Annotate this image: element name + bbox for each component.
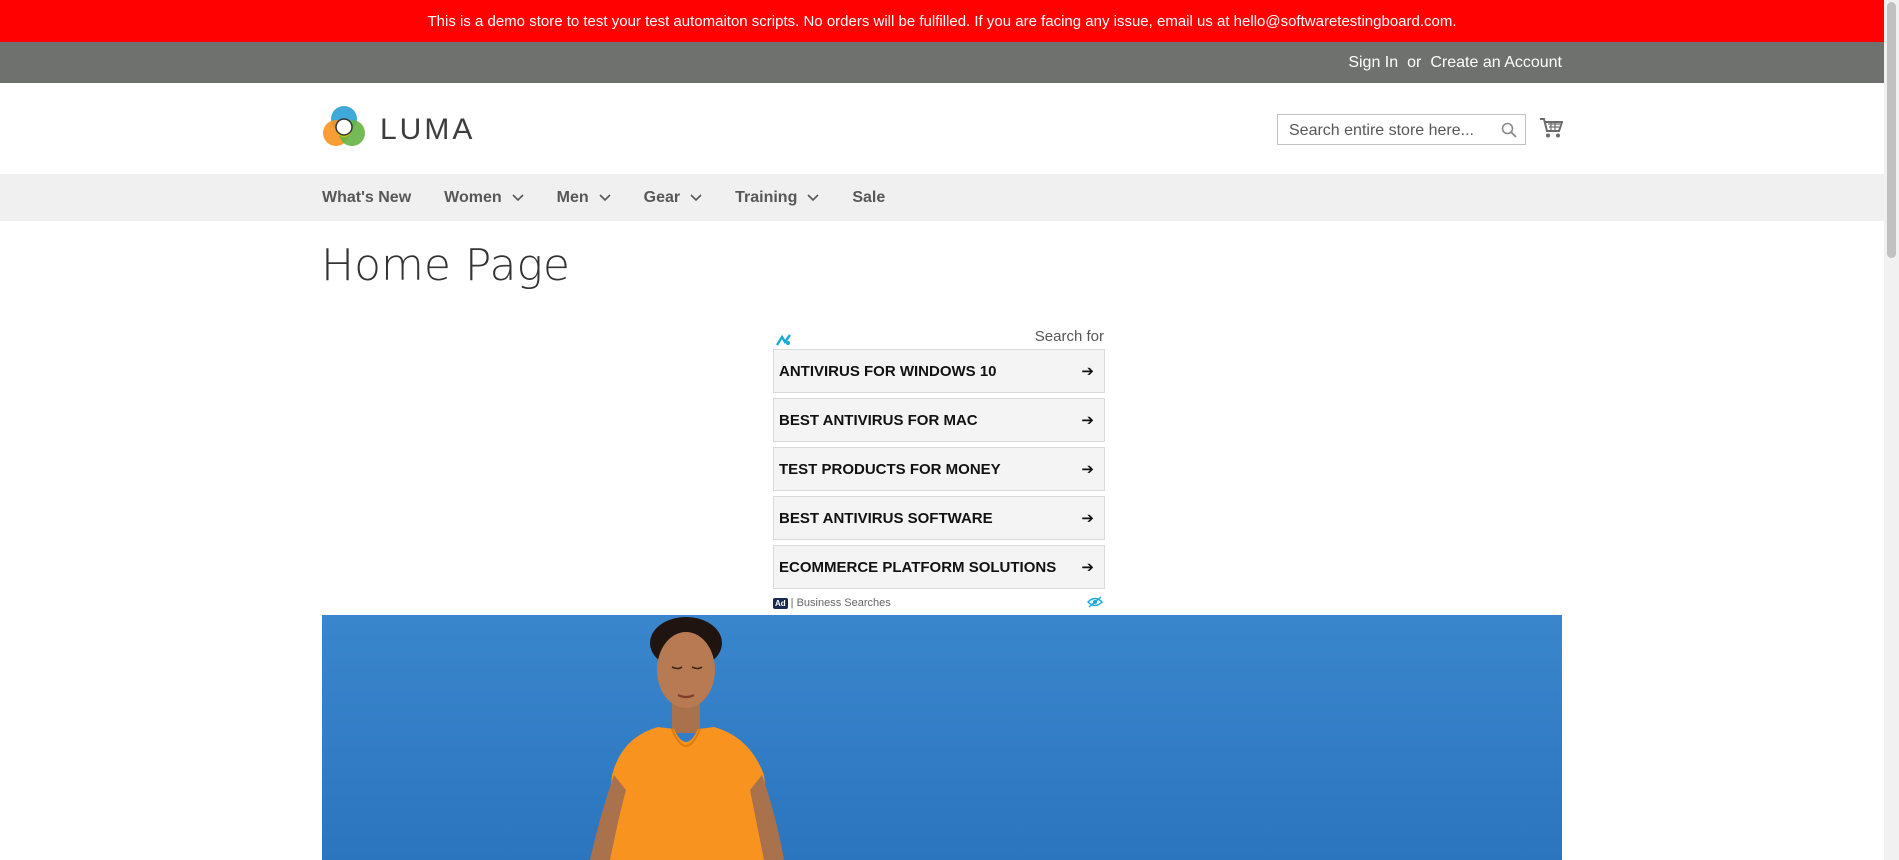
arrow-right-icon: ➔ <box>1081 510 1094 527</box>
ad-search-link[interactable]: BEST ANTIVIRUS FOR MAC ➔ <box>773 398 1105 442</box>
main-navigation: What's New Women Men Gear Training Sale <box>0 174 1884 221</box>
arrow-right-icon: ➔ <box>1081 559 1094 576</box>
search-input[interactable] <box>1287 115 1501 146</box>
nav-item-whats-new[interactable]: What's New <box>322 189 411 207</box>
demo-notice-banner: This is a demo store to test your test a… <box>0 0 1884 42</box>
ad-search-link[interactable]: TEST PRODUCTS FOR MONEY ➔ <box>773 447 1105 491</box>
header-top-links: Sign In or Create an Account <box>0 42 1884 83</box>
nav-item-label: What's New <box>322 188 412 206</box>
nav-item-men[interactable]: Men <box>557 189 611 207</box>
ad-search-link-label: BEST ANTIVIRUS SOFTWARE <box>779 509 993 527</box>
scrollbar-thumb[interactable] <box>1887 2 1896 258</box>
chevron-down-icon <box>807 193 819 202</box>
chevron-down-icon <box>512 193 524 202</box>
ad-search-link-label: ECOMMERCE PLATFORM SOLUTIONS <box>779 558 1057 576</box>
nav-item-label: Training <box>735 188 798 206</box>
hero-banner-image[interactable] <box>322 615 1562 860</box>
nav-item-gear[interactable]: Gear <box>644 189 702 207</box>
nav-item-sale[interactable]: Sale <box>852 189 885 207</box>
ad-badge[interactable]: Ad <box>773 597 788 609</box>
hide-ad-eye-icon[interactable] <box>1087 596 1103 611</box>
ad-search-link-label: TEST PRODUCTS FOR MONEY <box>779 460 1001 478</box>
site-header: LUMA <box>0 83 1884 174</box>
ad-unit: Search for ANTIVIRUS FOR WINDOWS 10 ➔ BE… <box>773 325 1105 612</box>
arrow-right-icon: ➔ <box>1081 461 1094 478</box>
nav-item-training[interactable]: Training <box>735 189 819 207</box>
search-icon[interactable] <box>1501 122 1517 143</box>
nav-item-label: Men <box>556 188 589 206</box>
ad-network-icon[interactable] <box>775 333 792 351</box>
store-logo[interactable]: LUMA <box>322 105 475 154</box>
ad-search-link[interactable]: ECOMMERCE PLATFORM SOLUTIONS ➔ <box>773 545 1105 589</box>
search-form <box>1277 114 1526 146</box>
arrow-right-icon: ➔ <box>1081 412 1094 429</box>
chevron-down-icon <box>599 193 611 202</box>
nav-item-label: Women <box>444 188 502 206</box>
ad-footer: Ad | Business Searches <box>773 594 1105 612</box>
demo-notice-text: This is a demo store to test your test a… <box>427 12 1457 30</box>
nav-item-label: Gear <box>643 188 681 206</box>
chevron-down-icon <box>690 193 702 202</box>
ad-header: Search for <box>773 325 1105 349</box>
cart-icon[interactable] <box>1539 117 1564 144</box>
logo-text: LUMA <box>380 112 476 146</box>
nav-item-label: Sale <box>852 188 886 206</box>
or-separator: or <box>1407 53 1422 71</box>
ad-search-link-label: BEST ANTIVIRUS FOR MAC <box>779 411 978 429</box>
sign-in-link[interactable]: Sign In <box>1348 54 1398 72</box>
page-scrollbar[interactable] <box>1884 0 1899 860</box>
ad-search-link[interactable]: ANTIVIRUS FOR WINDOWS 10 ➔ <box>773 349 1105 393</box>
ad-footer-text: | Business Searches <box>790 597 891 609</box>
create-account-link[interactable]: Create an Account <box>1430 54 1562 72</box>
ad-search-link[interactable]: BEST ANTIVIRUS SOFTWARE ➔ <box>773 496 1105 540</box>
yoga-woman-illustration <box>322 615 1562 860</box>
ad-search-for-label: Search for <box>1034 328 1104 345</box>
arrow-right-icon: ➔ <box>1081 363 1094 380</box>
luma-logo-icon <box>322 105 366 154</box>
ad-search-link-label: ANTIVIRUS FOR WINDOWS 10 <box>779 362 997 380</box>
nav-item-women[interactable]: Women <box>444 188 524 207</box>
page-title: Home Page <box>321 240 570 291</box>
